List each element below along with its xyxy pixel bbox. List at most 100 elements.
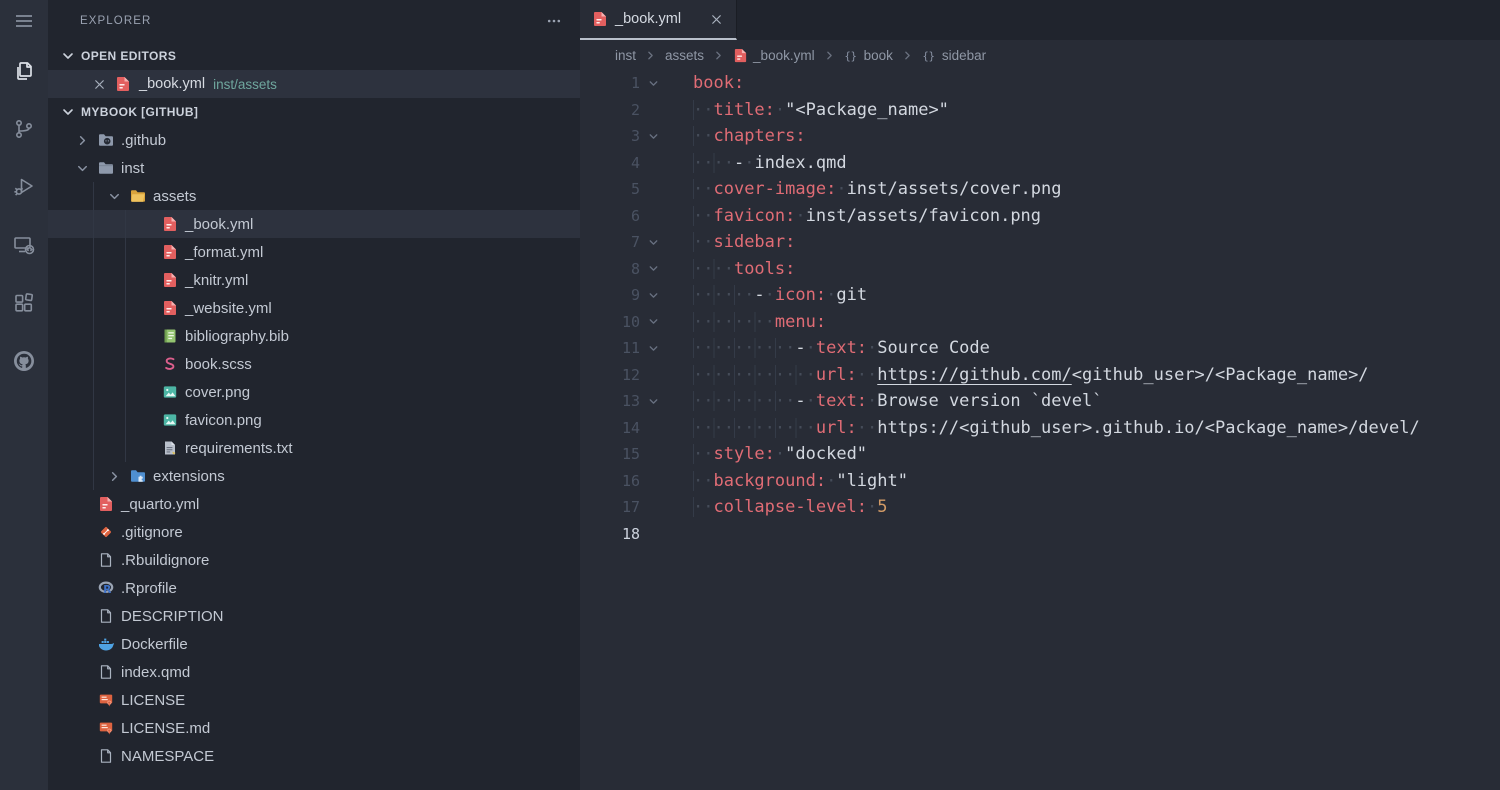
tree-item-index.qmd[interactable]: index.qmd	[48, 658, 580, 686]
code-line-15[interactable]: 15··style:·"docked"	[580, 441, 1500, 468]
code-line-text: ········menu:	[666, 309, 826, 336]
code-line-3[interactable]: 3··chapters:	[580, 123, 1500, 150]
tree-item-.github[interactable]: .github	[48, 126, 580, 154]
code-line-7[interactable]: 7··sidebar:	[580, 229, 1500, 256]
breadcrumb-item-assets[interactable]: assets	[665, 48, 704, 63]
tree-item-label: requirements.txt	[185, 440, 293, 457]
fold-chevron-down-icon[interactable]	[640, 309, 666, 336]
activity-item-run-debug[interactable]	[0, 158, 48, 216]
code-line-text: ··title:·"<Package_name>"	[666, 97, 949, 124]
tree-item-bibliography.bib[interactable]: bibliography.bib	[48, 322, 580, 350]
license-icon	[98, 692, 114, 708]
tree-item-.Rprofile[interactable]: R .Rprofile	[48, 574, 580, 602]
tree-item-.gitignore[interactable]: .gitignore	[48, 518, 580, 546]
chevron-placeholder	[72, 720, 92, 736]
tree-item-label: .github	[121, 132, 166, 149]
tree-item-LICENSE.md[interactable]: LICENSE.md	[48, 714, 580, 742]
activity-item-menu[interactable]	[0, 0, 48, 42]
code-line-text: ············url:··https://github.com/<gi…	[666, 362, 1369, 389]
fold-chevron-down-icon[interactable]	[640, 388, 666, 415]
folder-extensions-icon	[130, 468, 146, 484]
activity-item-source-control[interactable]	[0, 100, 48, 158]
close-icon[interactable]	[92, 77, 107, 92]
tree-item-inst[interactable]: inst	[48, 154, 580, 182]
open-editor-path: inst/assets	[213, 77, 277, 92]
tree-item-_book.yml[interactable]: _book.yml	[48, 210, 580, 238]
activity-item-remote-explorer[interactable]	[0, 216, 48, 274]
r-file-icon: R	[98, 580, 114, 596]
tree-item-Dockerfile[interactable]: Dockerfile	[48, 630, 580, 658]
code-line-6[interactable]: 6··favicon:·inst/assets/favicon.png	[580, 203, 1500, 230]
activity-item-explorer[interactable]	[0, 42, 48, 100]
line-number: 15	[580, 441, 640, 468]
breadcrumb-item-book[interactable]: {}book	[844, 48, 893, 63]
code-line-12[interactable]: 12············url:··https://github.com/<…	[580, 362, 1500, 389]
more-actions-icon[interactable]	[546, 13, 562, 29]
code-line-text: ··collapse-level:·5	[666, 494, 888, 521]
fold-chevron-down-icon[interactable]	[640, 335, 666, 362]
open-editor-item-_book.yml[interactable]: _book.ymlinst/assets	[48, 70, 580, 98]
chevron-placeholder	[72, 524, 92, 540]
fold-chevron-down-icon[interactable]	[640, 229, 666, 256]
tree-item-_quarto.yml[interactable]: _quarto.yml	[48, 490, 580, 518]
fold-chevron-down-icon[interactable]	[640, 282, 666, 309]
workspace-section-header[interactable]: MYBOOK [GITHUB]	[48, 98, 580, 126]
code-line-8[interactable]: 8····tools:	[580, 256, 1500, 283]
fold-placeholder	[640, 150, 666, 177]
tree-item-label: bibliography.bib	[185, 328, 289, 345]
tree-item-_website.yml[interactable]: _website.yml	[48, 294, 580, 322]
breadcrumb-item-_book.yml[interactable]: _book.yml	[733, 48, 815, 63]
tree-item-extensions[interactable]: extensions	[48, 462, 580, 490]
docker-icon	[98, 636, 114, 652]
yml-file-icon	[733, 48, 748, 63]
code-line-1[interactable]: 1book:	[580, 70, 1500, 97]
tree-item-.Rbuildignore[interactable]: .Rbuildignore	[48, 546, 580, 574]
fold-placeholder	[640, 362, 666, 389]
breadcrumb-label: book	[864, 48, 893, 63]
tree-item-label: favicon.png	[185, 412, 262, 429]
tree-item-label: _quarto.yml	[121, 496, 199, 513]
tree-item-NAMESPACE[interactable]: NAMESPACE	[48, 742, 580, 770]
tree-item-favicon.png[interactable]: favicon.png	[48, 406, 580, 434]
tree-item-label: .Rprofile	[121, 580, 177, 597]
fold-chevron-down-icon[interactable]	[640, 256, 666, 283]
code-line-18[interactable]: 18	[580, 521, 1500, 548]
open-editors-section-header[interactable]: OPEN EDITORS	[48, 42, 580, 70]
chevron-placeholder	[72, 748, 92, 764]
fold-placeholder	[640, 494, 666, 521]
code-line-5[interactable]: 5··cover-image:·inst/assets/cover.png	[580, 176, 1500, 203]
yml-file-icon	[592, 11, 608, 27]
code-line-9[interactable]: 9······-·icon:·git	[580, 282, 1500, 309]
tree-item-cover.png[interactable]: cover.png	[48, 378, 580, 406]
tree-item-LICENSE[interactable]: LICENSE	[48, 686, 580, 714]
fold-placeholder	[640, 441, 666, 468]
activity-item-extensions[interactable]	[0, 274, 48, 332]
code-line-16[interactable]: 16··background:·"light"	[580, 468, 1500, 495]
tree-item-_format.yml[interactable]: _format.yml	[48, 238, 580, 266]
code-line-text	[666, 521, 693, 548]
code-line-17[interactable]: 17··collapse-level:·5	[580, 494, 1500, 521]
breadcrumb-separator-icon	[901, 49, 914, 62]
code-line-13[interactable]: 13··········-·text:·Browse version `deve…	[580, 388, 1500, 415]
tree-item-requirements.txt[interactable]: requirements.txt	[48, 434, 580, 462]
tree-item-DESCRIPTION[interactable]: DESCRIPTION	[48, 602, 580, 630]
code-line-10[interactable]: 10········menu:	[580, 309, 1500, 336]
tree-item-_knitr.yml[interactable]: _knitr.yml	[48, 266, 580, 294]
image-file-icon	[162, 412, 178, 428]
tree-item-label: NAMESPACE	[121, 748, 214, 765]
tab-book-yml[interactable]: _book.yml	[580, 0, 737, 40]
chevron-placeholder	[72, 496, 92, 512]
breadcrumb-item-inst[interactable]: inst	[615, 48, 636, 63]
code-line-2[interactable]: 2··title:·"<Package_name>"	[580, 97, 1500, 124]
line-number: 9	[580, 282, 640, 309]
code-line-14[interactable]: 14············url:··https://<github_user…	[580, 415, 1500, 442]
fold-chevron-down-icon[interactable]	[640, 70, 666, 97]
tree-item-book.scss[interactable]: book.scss	[48, 350, 580, 378]
activity-item-github[interactable]	[0, 332, 48, 390]
tree-item-assets[interactable]: assets	[48, 182, 580, 210]
code-line-11[interactable]: 11··········-·text:·Source Code	[580, 335, 1500, 362]
breadcrumb-item-sidebar[interactable]: {}sidebar	[922, 48, 986, 63]
code-line-4[interactable]: 4····-·index.qmd	[580, 150, 1500, 177]
fold-chevron-down-icon[interactable]	[640, 123, 666, 150]
close-icon[interactable]	[709, 12, 724, 27]
